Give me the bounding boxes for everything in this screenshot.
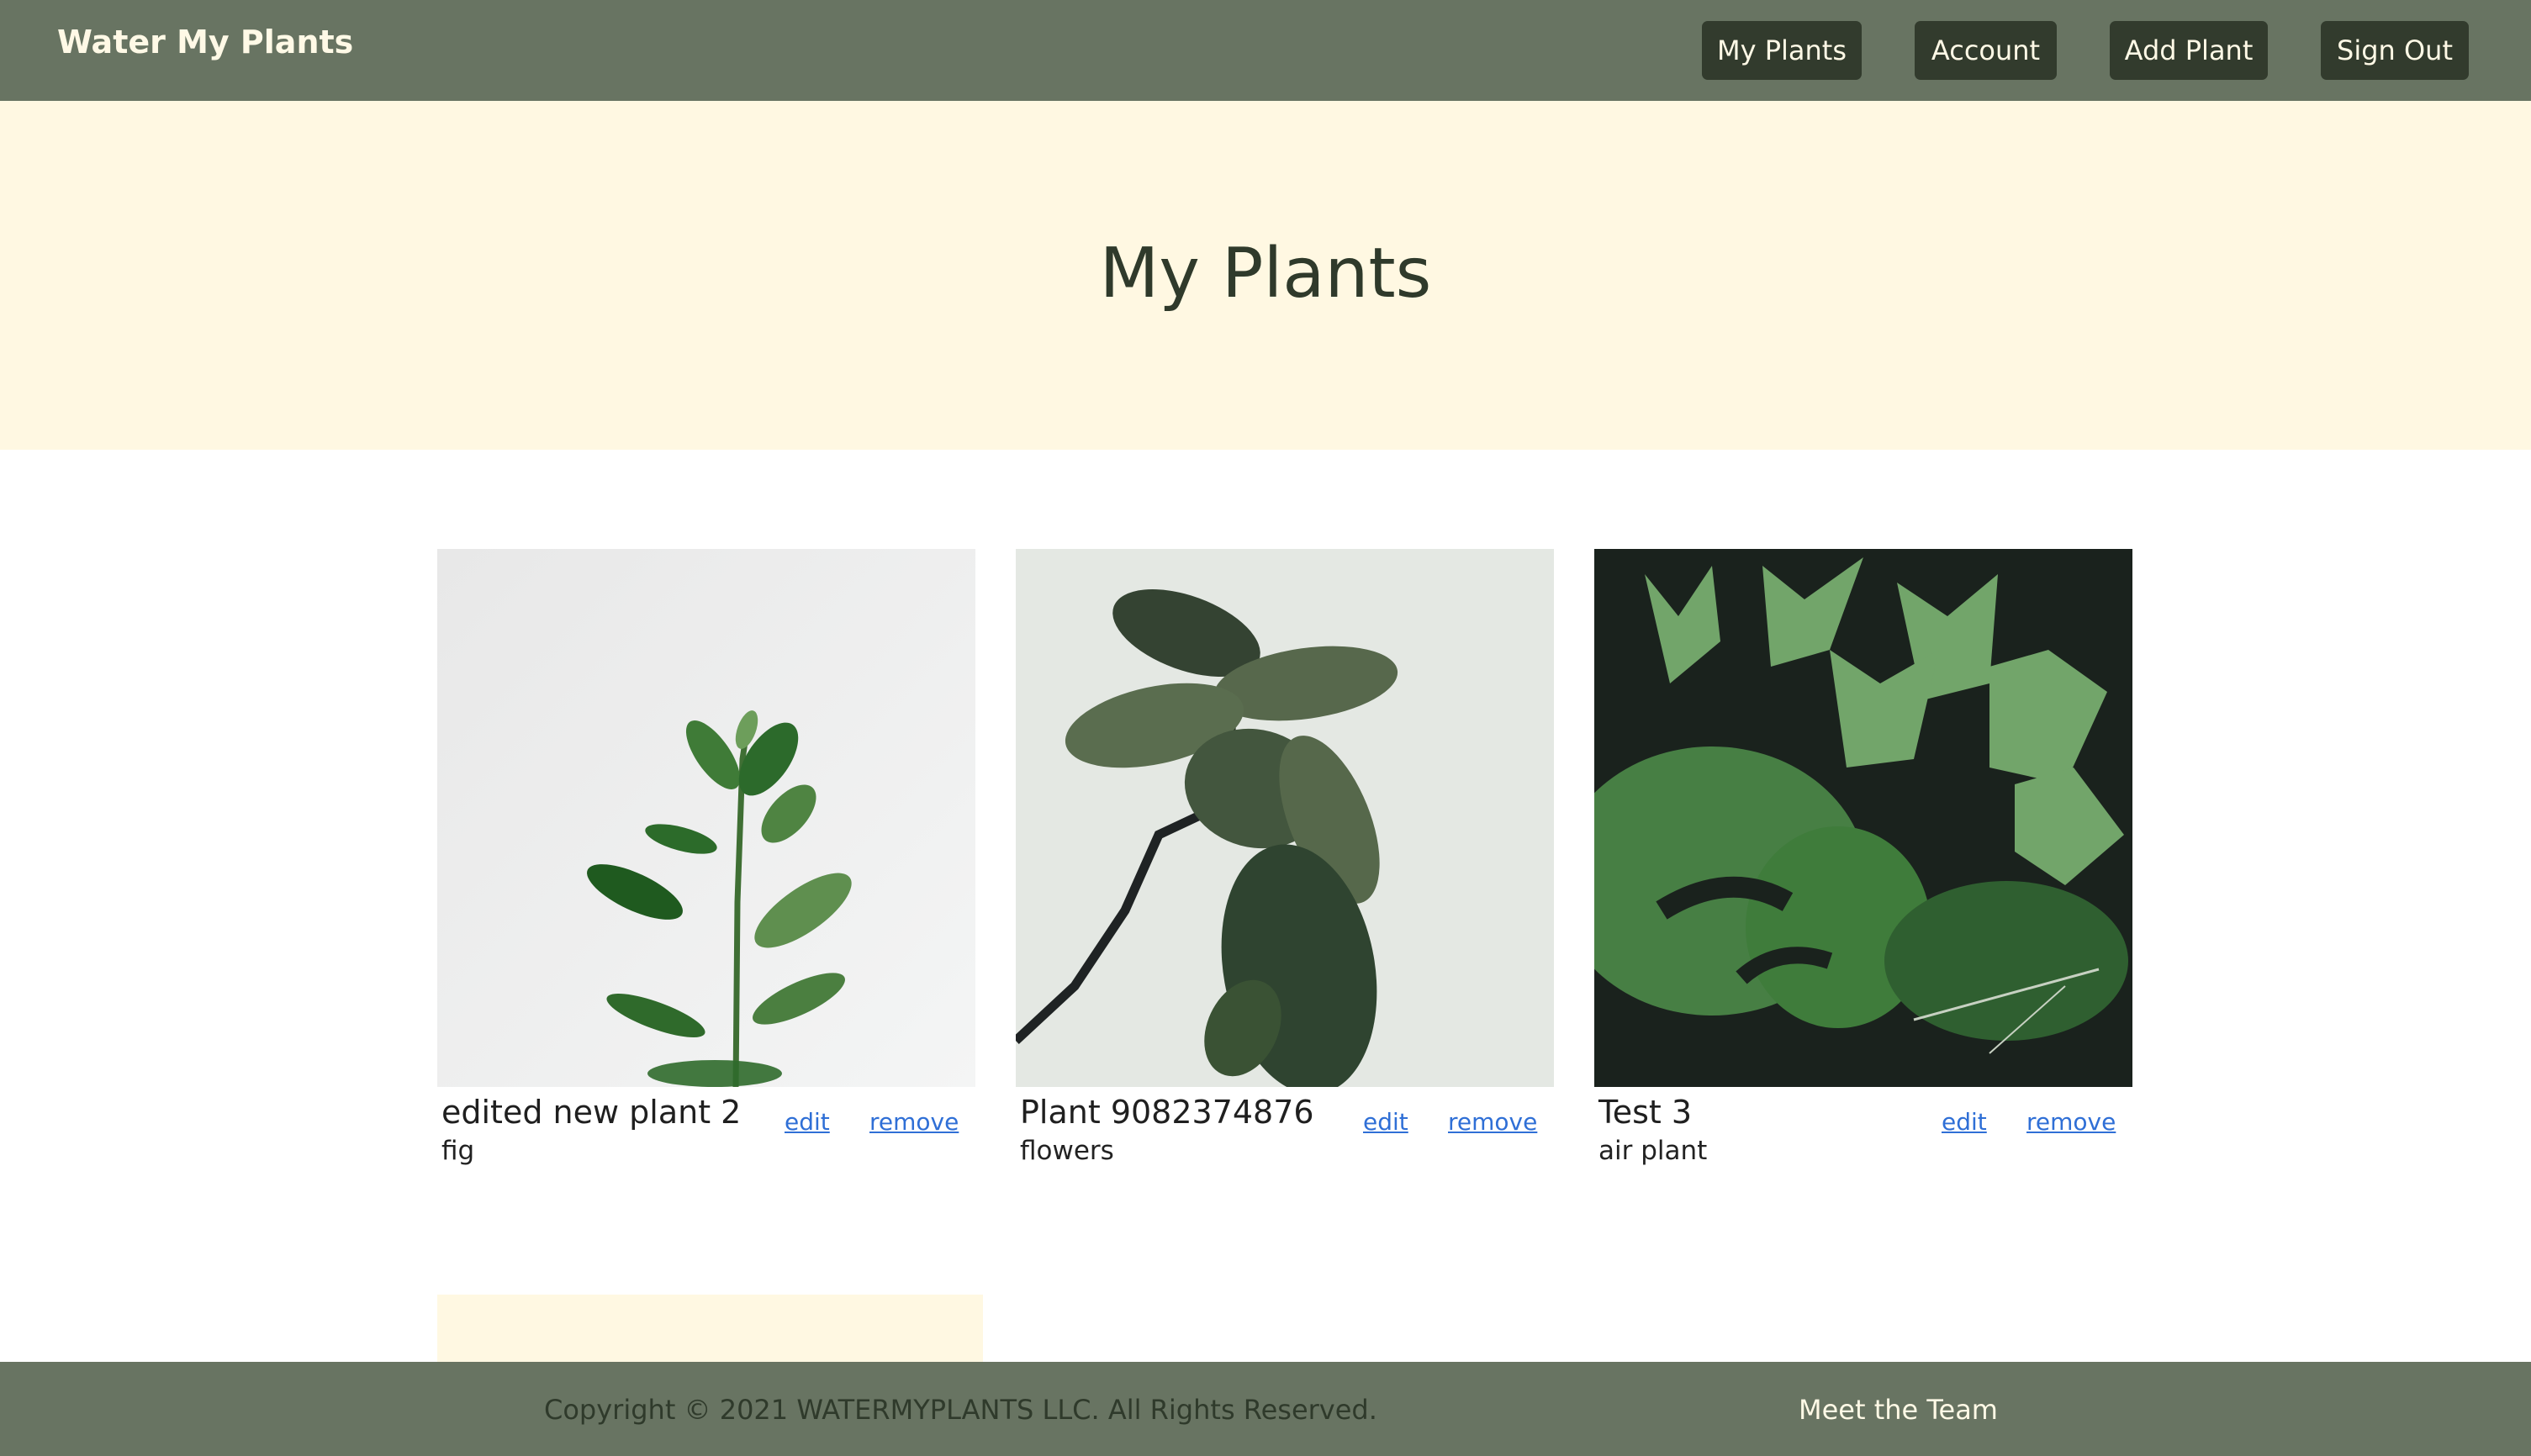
top-navbar: Water My Plants My Plants Account Add Pl… — [0, 0, 2531, 101]
copyright-text: Copyright © 2021 WATERMYPLANTS LLC. All … — [544, 1394, 1377, 1426]
remove-link[interactable]: remove — [869, 1108, 959, 1136]
plant-card: edited new plant 2 fig edit remove — [437, 549, 975, 1166]
remove-link[interactable]: remove — [2026, 1108, 2116, 1136]
plant-card: Test 3 air plant edit remove — [1594, 549, 2132, 1166]
plant-card: Plant 9082374876 flowers edit remove — [1016, 549, 1554, 1166]
remove-link[interactable]: remove — [1448, 1108, 1537, 1136]
footer: Copyright © 2021 WATERMYPLANTS LLC. All … — [0, 1362, 2531, 1456]
brand-logo-text[interactable]: Water My Plants — [57, 24, 353, 61]
plant-type: fig — [441, 1136, 475, 1166]
edit-link[interactable]: edit — [1942, 1108, 1987, 1136]
plant-type: air plant — [1598, 1136, 1708, 1166]
plant-name: edited new plant 2 — [441, 1094, 742, 1131]
plant-name: Test 3 — [1598, 1094, 1693, 1131]
nav-sign-out-button[interactable]: Sign Out — [2321, 21, 2469, 80]
plant-photo-monstera — [1594, 549, 2132, 1087]
plant-name: Plant 9082374876 — [1020, 1094, 1314, 1131]
edit-link[interactable]: edit — [1363, 1108, 1408, 1136]
nav-account-button[interactable]: Account — [1915, 21, 2057, 80]
nav-my-plants-button[interactable]: My Plants — [1702, 21, 1862, 80]
plant-photo-fig — [437, 549, 975, 1087]
plant-type: flowers — [1020, 1136, 1114, 1166]
page-title: My Plants — [1099, 234, 1432, 314]
meet-the-team-link[interactable]: Meet the Team — [1799, 1394, 1998, 1426]
plant-card-placeholder — [437, 1295, 983, 1362]
plant-photo-fiddle-leaf — [1016, 549, 1554, 1087]
nav-add-plant-button[interactable]: Add Plant — [2110, 21, 2268, 80]
edit-link[interactable]: edit — [785, 1108, 830, 1136]
